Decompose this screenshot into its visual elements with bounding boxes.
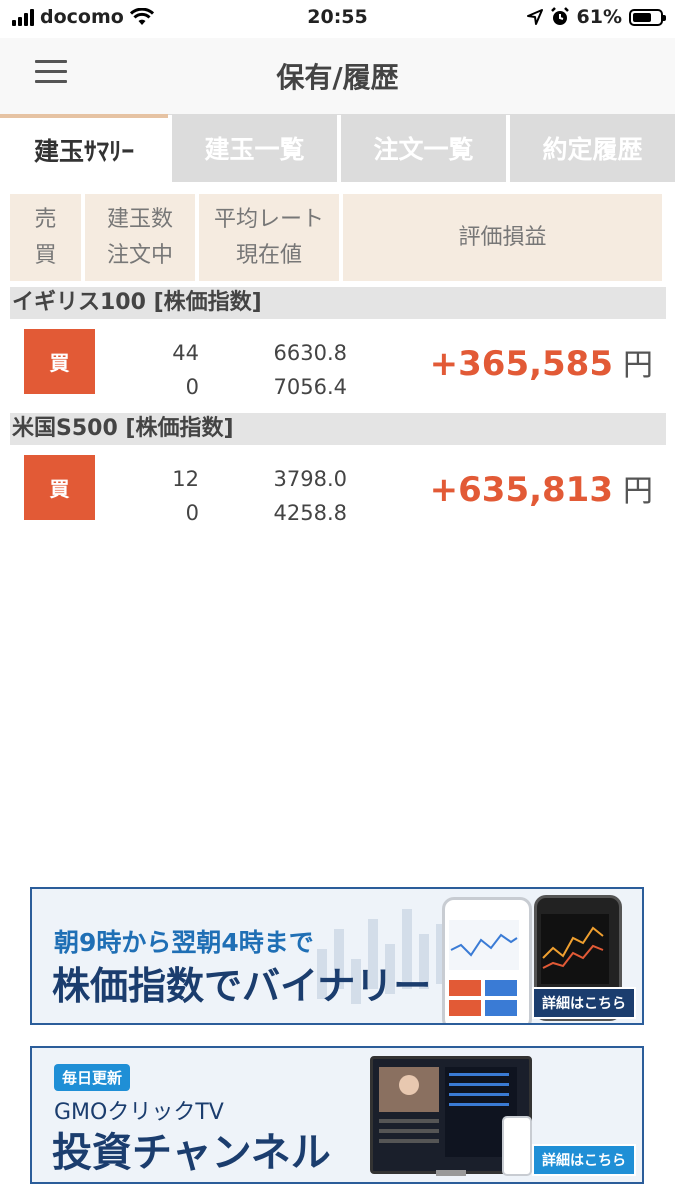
col-header-pl: 評価損益 <box>343 194 662 281</box>
tab-execution-history[interactable]: 約定履歴 <box>510 114 675 182</box>
tab-order-list[interactable]: 注文一覧 <box>341 114 506 182</box>
status-right: 61% <box>526 6 666 28</box>
col-header-side: 売 買 <box>10 194 81 281</box>
pending-quantity: 0 <box>185 375 199 399</box>
instrument-header[interactable]: 米国S500 [株価指数] <box>10 413 666 445</box>
details-button[interactable]: 詳細はこちら <box>532 1144 636 1176</box>
pending-quantity: 0 <box>185 501 199 525</box>
status-bar: docomo 20:55 61% <box>0 0 675 38</box>
phone-mockup-small <box>502 1116 532 1176</box>
col-header-rate: 平均レート 現在値 <box>199 194 339 281</box>
profit-loss: +365,585 円 <box>430 340 653 384</box>
position-quantity: 12 <box>172 467 199 491</box>
currency-unit: 円 <box>623 474 653 509</box>
profit-loss: +635,813 円 <box>430 466 653 510</box>
profit-loss-value: +365,585 <box>429 344 613 384</box>
position-quantity: 44 <box>172 341 199 365</box>
details-button[interactable]: 詳細はこちら <box>532 987 636 1019</box>
location-icon <box>526 9 543 25</box>
table-header: 売 買 建玉数 注文中 平均レート 現在値 評価損益 <box>10 194 666 281</box>
alarm-icon <box>550 7 569 25</box>
chart-screenshot-graphic <box>449 920 519 1016</box>
banner-title: 投資チャンネル <box>52 1130 331 1176</box>
monitor-stand <box>436 1170 466 1176</box>
banner-subtitle: 朝9時から翌朝4時まで <box>54 928 314 957</box>
side-badge-buy: 買 <box>24 329 95 394</box>
average-rate: 6630.8 <box>273 341 347 365</box>
col-header-quantity: 建玉数 注文中 <box>85 194 195 281</box>
average-rate: 3798.0 <box>273 467 347 491</box>
tv-screen-graphic <box>379 1067 517 1157</box>
current-rate: 4258.8 <box>273 501 347 525</box>
battery-icon <box>629 8 666 26</box>
binary-option-banner[interactable]: 朝9時から翌朝4時まで 株価指数でバイナリー 詳細はこちら <box>30 887 644 1025</box>
gmo-click-tv-banner[interactable]: 毎日更新 GMOクリックTV 投資チャンネル 詳細はこちら <box>30 1046 644 1184</box>
battery-percent: 61% <box>576 6 622 28</box>
app-header: 保有/履歴 <box>0 38 675 115</box>
tab-position-summary[interactable]: 建玉ｻﾏﾘｰ <box>0 114 168 182</box>
instrument-header[interactable]: イギリス100 [株価指数] <box>10 287 666 319</box>
profit-loss-value: +635,813 <box>429 470 613 510</box>
banner-title: 株価指数でバイナリー <box>52 964 432 1008</box>
current-rate: 7056.4 <box>273 375 347 399</box>
side-badge-buy: 買 <box>24 455 95 520</box>
page-title: 保有/履歴 <box>276 61 399 94</box>
daily-update-badge: 毎日更新 <box>54 1064 131 1091</box>
tab-position-list[interactable]: 建玉一覧 <box>172 114 337 182</box>
tab-bar: 建玉ｻﾏﾘｰ 建玉一覧 注文一覧 約定履歴 <box>0 114 675 182</box>
currency-unit: 円 <box>623 348 653 383</box>
phone-mockup-light <box>442 897 532 1023</box>
